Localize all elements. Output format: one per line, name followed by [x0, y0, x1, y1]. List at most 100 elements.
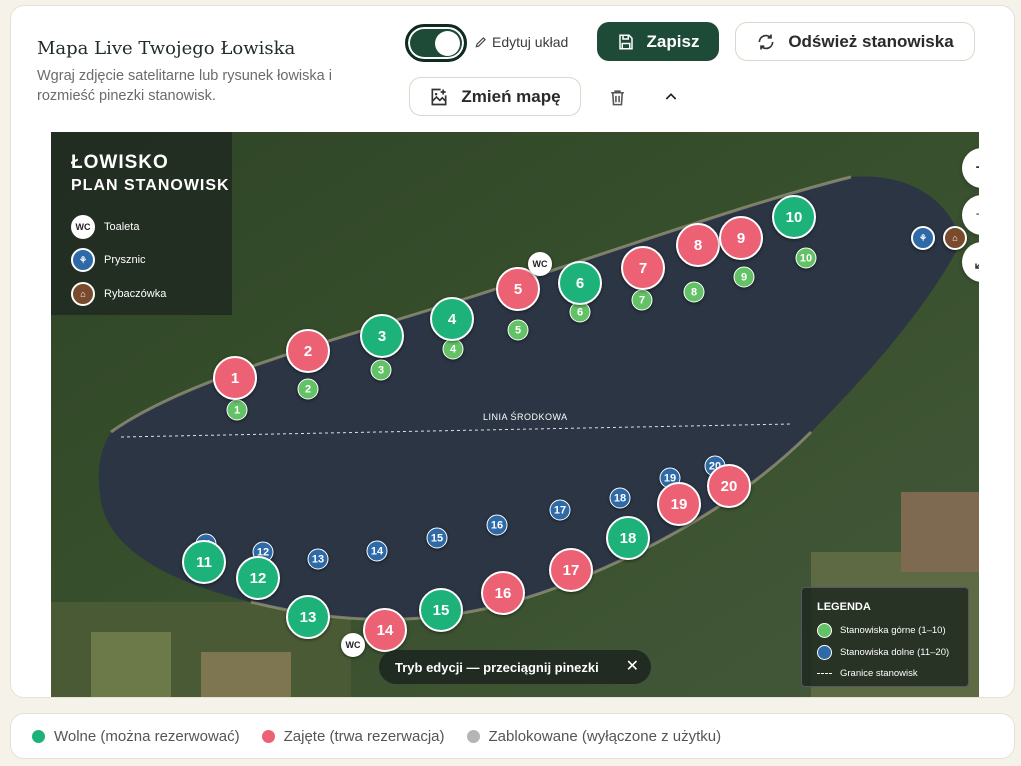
stand-pin-11[interactable]: 11: [182, 540, 226, 584]
stand-anchor-9[interactable]: 9: [733, 266, 755, 288]
wc-marker-top[interactable]: WC: [528, 252, 552, 276]
status-busy: Zajęte (trwa rezerwacja): [261, 727, 445, 745]
free-dot-icon: [32, 729, 45, 743]
stand-anchor-4[interactable]: 4: [442, 338, 464, 360]
legend-upper-row: Stanowiska górne (1–10): [817, 623, 946, 638]
stand-pin-2[interactable]: 2: [286, 329, 330, 373]
upper-dot-icon: [817, 623, 832, 638]
stand-pin-9[interactable]: 9: [719, 216, 763, 260]
fishery-map[interactable]: LINIA ŚRODKOWA ŁOWISKO PLAN STANOWISK WC…: [51, 132, 979, 697]
map-editor-card: Mapa Live Twojego Łowiska Wgraj zdjęcie …: [10, 5, 1015, 698]
map-plan-legend: ŁOWISKO PLAN STANOWISK WC Toaleta ⚘ Prys…: [51, 132, 232, 315]
dashed-line-icon: [817, 673, 832, 674]
delete-map-button[interactable]: [603, 83, 631, 111]
status-blocked: Zablokowane (wyłączone z użytku): [466, 727, 722, 745]
refresh-label: Odśwież stanowiska: [788, 31, 954, 51]
status-busy-label: Zajęte (trwa rezerwacja): [283, 727, 445, 745]
busy-dot-icon: [261, 729, 275, 743]
legend-lower-row: Stanowiska dolne (11–20): [817, 645, 949, 660]
status-free: Wolne (można rezerwować): [32, 728, 240, 745]
plus-icon: +: [975, 154, 979, 182]
legend-bounds-label: Granice stanowisk: [840, 668, 918, 679]
page-subtitle: Wgraj zdjęcie satelitarne lub rysunek ło…: [37, 68, 332, 104]
image-plus-icon: [431, 88, 447, 105]
toggle-knob: [435, 31, 460, 56]
stand-pin-3[interactable]: 3: [360, 314, 404, 358]
lower-dot-icon: [817, 645, 832, 660]
legend-label-toilet: Toaleta: [104, 221, 140, 233]
house-marker[interactable]: ⌂: [943, 226, 967, 250]
stand-anchor-8[interactable]: 8: [683, 281, 705, 303]
change-map-button[interactable]: Zmień mapę: [409, 77, 581, 116]
legend-label-hut: Rybaczówka: [104, 288, 167, 300]
status-free-label: Wolne (można rezerwować): [54, 727, 240, 745]
page-title: Mapa Live Twojego Łowiska: [37, 38, 296, 59]
trash-icon: [610, 89, 624, 105]
save-button[interactable]: Zapisz: [597, 22, 719, 61]
stand-anchor-17[interactable]: 17: [549, 499, 571, 521]
chevron-up-icon: [665, 93, 677, 100]
stand-anchor-15[interactable]: 15: [426, 527, 448, 549]
floppy-icon: [618, 34, 633, 49]
stand-pin-15[interactable]: 15: [419, 588, 463, 632]
legend-label-shower: Prysznic: [104, 254, 146, 266]
legend-bounds-row: Granice stanowisk: [817, 668, 918, 679]
house-icon: ⌂: [71, 282, 95, 306]
stand-pin-19[interactable]: 19: [657, 482, 701, 526]
pencil-icon: [475, 37, 486, 48]
stand-anchor-14[interactable]: 14: [366, 540, 388, 562]
map-legend-box: LEGENDA Stanowiska górne (1–10) Stanowis…: [801, 587, 969, 687]
stand-pin-7[interactable]: 7: [621, 246, 665, 290]
stand-anchor-13[interactable]: 13: [307, 548, 329, 570]
stand-anchor-3[interactable]: 3: [370, 359, 392, 381]
status-legend-bar: Wolne (można rezerwować) Zajęte (trwa re…: [10, 713, 1015, 759]
refresh-stands-button[interactable]: Odśwież stanowiska: [735, 22, 975, 61]
wc-marker-bottom[interactable]: WC: [341, 633, 365, 657]
stand-pin-18[interactable]: 18: [606, 516, 650, 560]
stand-pin-17[interactable]: 17: [549, 548, 593, 592]
shower-marker[interactable]: ⚘: [911, 226, 935, 250]
legend-box-title: LEGENDA: [817, 601, 871, 613]
legend-lower-label: Stanowiska dolne (11–20): [840, 647, 950, 658]
edit-mode-toast: Tryb edycji — przeciągnij pinezki ✕: [379, 650, 651, 684]
stand-pin-1[interactable]: 1: [213, 356, 257, 400]
stand-pin-16[interactable]: 16: [481, 571, 525, 615]
legend-row-shower: ⚘ Prysznic: [71, 248, 146, 272]
stand-pin-12[interactable]: 12: [236, 556, 280, 600]
legend-upper-label: Stanowiska górne (1–10): [840, 625, 946, 636]
collapse-button[interactable]: [657, 83, 685, 111]
change-map-label: Zmień mapę: [461, 86, 561, 106]
stand-anchor-1[interactable]: 1: [226, 399, 248, 421]
minus-icon: −: [975, 201, 979, 229]
shower-icon: ⚘: [71, 248, 95, 272]
edit-layout-text: Edytuj układ: [492, 34, 569, 50]
stand-pin-20[interactable]: 20: [707, 464, 751, 508]
stand-anchor-2[interactable]: 2: [297, 378, 319, 400]
legend-row-toilet: WC Toaleta: [71, 215, 139, 239]
stand-anchor-5[interactable]: 5: [507, 319, 529, 341]
refresh-icon: [758, 34, 774, 49]
stand-anchor-10[interactable]: 10: [795, 247, 817, 269]
save-label: Zapisz: [646, 31, 700, 51]
legend-title: ŁOWISKO: [71, 152, 169, 173]
stand-pin-14[interactable]: 14: [363, 608, 407, 652]
stand-anchor-7[interactable]: 7: [631, 289, 653, 311]
legend-row-hut: ⌂ Rybaczówka: [71, 282, 166, 306]
stand-anchor-18[interactable]: 18: [609, 487, 631, 509]
midline-label: LINIA ŚRODKOWA: [483, 412, 568, 422]
legend-subtitle: PLAN STANOWISK: [71, 177, 230, 194]
blocked-dot-icon: [466, 729, 480, 743]
stand-pin-8[interactable]: 8: [676, 223, 720, 267]
wc-icon: WC: [71, 215, 95, 239]
stand-pin-13[interactable]: 13: [286, 595, 330, 639]
stand-anchor-16[interactable]: 16: [486, 514, 508, 536]
expand-icon: [975, 263, 979, 269]
stand-pin-4[interactable]: 4: [430, 297, 474, 341]
edit-layout-toggle[interactable]: [405, 24, 467, 62]
status-blocked-label: Zablokowane (wyłączone z użytku): [488, 727, 722, 745]
edit-layout-label[interactable]: Edytuj układ: [474, 34, 568, 50]
stand-pin-6[interactable]: 6: [558, 261, 602, 305]
close-icon[interactable]: ✕: [626, 656, 639, 676]
toast-text: Tryb edycji — przeciągnij pinezki: [395, 659, 599, 675]
stand-pin-10[interactable]: 10: [772, 195, 816, 239]
